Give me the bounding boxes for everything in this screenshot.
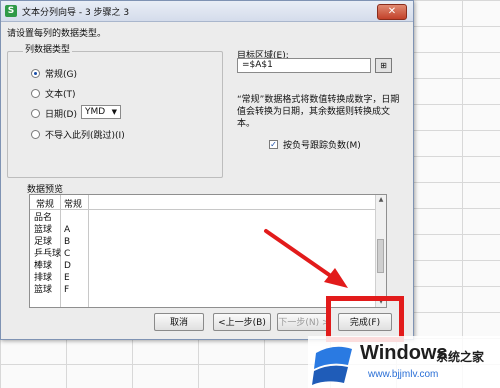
windows-logo-icon (312, 346, 352, 385)
arrow-shaft (264, 229, 340, 283)
watermark: Windows 系统之家 www.bjjmlv.com (308, 336, 500, 388)
arrow-head (324, 268, 348, 288)
red-arrow-annotation (264, 229, 348, 288)
watermark-url: www.bjjmlv.com (368, 369, 439, 380)
watermark-subtitle: 系统之家 (436, 350, 485, 364)
watermark-title: Windows (360, 342, 448, 364)
